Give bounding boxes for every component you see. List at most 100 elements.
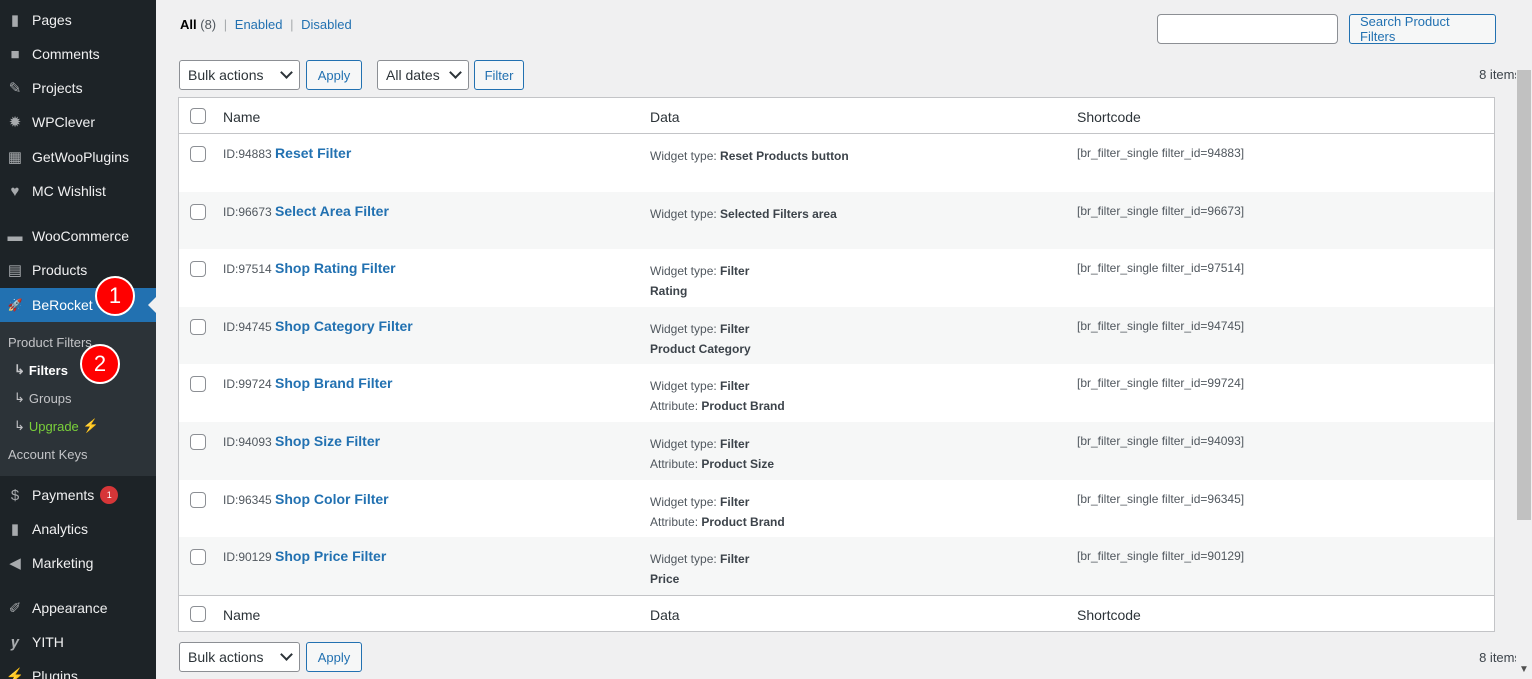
menu-label: Payments — [32, 487, 95, 503]
search-product-filters-button[interactable]: Search Product Filters — [1349, 14, 1496, 44]
row-checkbox[interactable] — [190, 261, 206, 278]
view-disabled-link[interactable]: Disabled — [301, 17, 352, 32]
menu-item-projects[interactable]: ✎ Projects — [0, 71, 156, 105]
bulb-icon: ✹ — [8, 114, 22, 131]
filter-title-link[interactable]: Select Area Filter — [275, 203, 389, 219]
menu-label: Products — [32, 262, 88, 278]
submenu-groups[interactable]: ↳ Groups — [14, 390, 72, 406]
submenu-label: Account Keys — [8, 447, 88, 462]
row-checkbox[interactable] — [190, 376, 206, 393]
menu-item-products[interactable]: ▤ Products — [0, 253, 156, 287]
column-header-name[interactable]: Name — [223, 109, 260, 125]
chevron-down-icon — [280, 66, 293, 79]
select-value: All dates — [386, 67, 440, 83]
submenu-account-keys[interactable]: Account Keys — [8, 447, 88, 462]
row-shortcode: [br_filter_single filter_id=94093] — [1077, 433, 1245, 448]
admin-sidebar: ▮ Pages ■ Comments ✎ Projects ✹ WPClever… — [0, 0, 156, 679]
menu-item-analytics[interactable]: ▮ Analytics — [0, 512, 156, 546]
menu-item-plugins[interactable]: ⚡ Plugins — [0, 659, 156, 679]
bar-chart-icon: ▮ — [10, 521, 20, 538]
widget-type-label: Widget type: — [650, 379, 717, 394]
view-enabled-link[interactable]: Enabled — [235, 17, 283, 32]
rocket-icon: 🚀 — [7, 298, 23, 312]
dates-select[interactable]: All dates — [377, 60, 469, 90]
menu-item-mc-wishlist[interactable]: ♥ MC Wishlist — [0, 174, 156, 208]
menu-item-wpclever[interactable]: ✹ WPClever — [0, 105, 156, 139]
archive-icon: ▤ — [7, 262, 23, 279]
row-name: ID:97514 Shop Rating Filter — [223, 260, 396, 276]
scrollbar-thumb[interactable] — [1517, 70, 1531, 520]
select-value: Bulk actions — [188, 649, 264, 665]
annotation-marker-1: 1 — [95, 276, 135, 316]
filter-title-link[interactable]: Shop Brand Filter — [275, 375, 392, 391]
apply-button-bottom[interactable]: Apply — [306, 642, 362, 672]
submenu-filters[interactable]: ↳ Filters — [14, 362, 68, 378]
row-checkbox[interactable] — [190, 491, 206, 508]
data-detail-label: Attribute: — [650, 456, 699, 471]
row-checkbox[interactable] — [190, 146, 206, 162]
subitem-arrow-icon: ↳ — [14, 362, 25, 377]
filter-title-link[interactable]: Shop Color Filter — [275, 491, 389, 507]
row-name: ID:96673 Select Area Filter — [223, 203, 389, 219]
view-all-link[interactable]: All — [180, 17, 197, 32]
row-checkbox[interactable] — [190, 318, 206, 335]
row-data: Widget type: Filter Attribute: Product Br… — [650, 376, 785, 416]
table-row: ID:94093 Shop Size Filter Widget type: F… — [179, 421, 1494, 480]
submenu-product-filters[interactable]: Product Filters — [8, 335, 92, 350]
bulk-actions-select[interactable]: Bulk actions — [179, 60, 300, 90]
menu-label: Projects — [32, 80, 83, 96]
filter-button[interactable]: Filter — [474, 60, 524, 90]
filter-id: ID:94745 — [223, 319, 272, 334]
menu-label: WooCommerce — [32, 228, 129, 244]
row-data: Widget type: Filter Product Category — [650, 319, 751, 359]
menu-item-comments[interactable]: ■ Comments — [0, 37, 156, 71]
menu-item-yith[interactable]: 𝒚 YITH — [0, 625, 156, 659]
apply-button[interactable]: Apply — [306, 60, 362, 90]
menu-item-woocommerce[interactable]: ▬ WooCommerce — [0, 219, 156, 253]
view-all-count: (8) — [200, 17, 217, 32]
row-shortcode: [br_filter_single filter_id=96345] — [1077, 491, 1245, 506]
table-row: ID:94883 Reset Filter Widget type: Reset… — [179, 134, 1494, 192]
column-header-name[interactable]: Name — [223, 607, 260, 623]
filter-title-link[interactable]: Shop Rating Filter — [275, 260, 396, 276]
heart-icon: ♥ — [10, 182, 20, 200]
submenu-label: Upgrade — [28, 418, 79, 434]
submenu-upgrade[interactable]: ↳ Upgrade ⚡ — [14, 418, 99, 434]
row-data: Widget type: Filter Price — [650, 549, 749, 589]
menu-item-appearance[interactable]: ✐ Appearance — [0, 591, 156, 625]
subitem-arrow-icon: ↳ — [14, 418, 25, 433]
row-shortcode: [br_filter_single filter_id=96673] — [1077, 203, 1245, 218]
filter-id: ID:94093 — [223, 434, 272, 449]
widget-type-label: Widget type: — [650, 494, 717, 509]
select-all-checkbox[interactable] — [190, 605, 206, 622]
bulk-actions-select-bottom[interactable]: Bulk actions — [179, 642, 300, 672]
widget-type-value: Reset Products button — [720, 149, 849, 163]
menu-item-getwooplugins[interactable]: ▦ GetWooPlugins — [0, 140, 156, 174]
widget-type-value: Filter — [720, 436, 750, 451]
table-row: ID:99724 Shop Brand Filter Widget type: … — [179, 364, 1494, 422]
menu-item-payments[interactable]: $ Payments 1 — [0, 478, 156, 512]
chevron-down-icon — [449, 66, 462, 79]
row-shortcode: [br_filter_single filter_id=94745] — [1077, 318, 1245, 333]
filter-title-link[interactable]: Shop Size Filter — [275, 433, 380, 449]
widget-type-label: Widget type: — [650, 264, 717, 279]
menu-item-pages[interactable]: ▮ Pages — [0, 3, 156, 37]
select-all-checkbox[interactable] — [190, 108, 206, 124]
row-checkbox[interactable] — [190, 203, 206, 220]
row-checkbox[interactable] — [190, 433, 206, 450]
filter-title-link[interactable]: Shop Price Filter — [275, 548, 386, 564]
row-checkbox[interactable] — [190, 549, 206, 566]
chevron-down-icon — [280, 648, 293, 661]
search-input[interactable] — [1157, 14, 1338, 44]
plug-icon: ⚡ — [5, 668, 25, 679]
scroll-down-arrow-icon[interactable]: ▼ — [1519, 664, 1529, 675]
widget-type-value: Filter — [720, 321, 750, 336]
column-header-data: Data — [650, 109, 680, 125]
filter-title-link[interactable]: Reset Filter — [275, 145, 351, 161]
menu-item-marketing[interactable]: ◀ Marketing — [0, 546, 156, 580]
widget-type-label: Widget type: — [650, 149, 717, 163]
filter-title-link[interactable]: Shop Category Filter — [275, 318, 413, 334]
row-shortcode: [br_filter_single filter_id=94883] — [1077, 146, 1245, 160]
main-content: All (8) | Enabled | Disabled Search Prod… — [156, 0, 1521, 679]
data-detail-value: Rating — [650, 284, 688, 299]
